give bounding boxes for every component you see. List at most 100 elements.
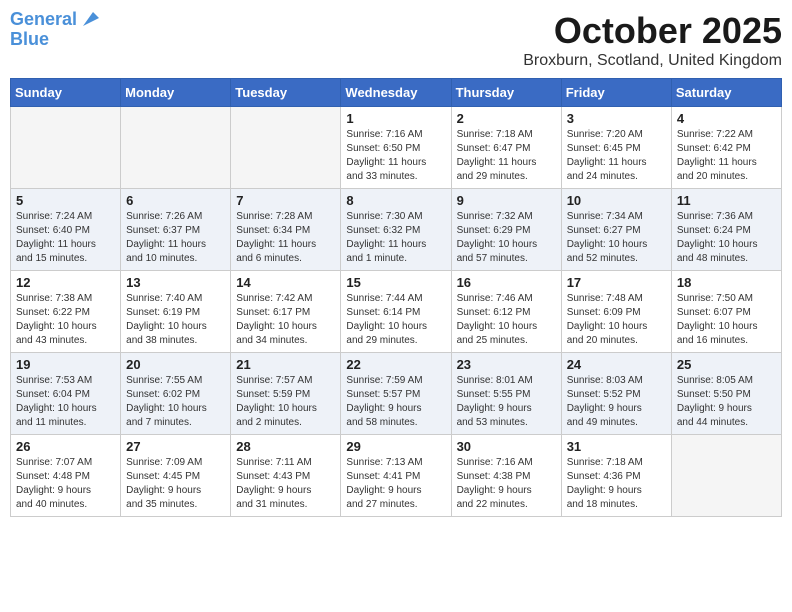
day-info: Sunrise: 7:50 AM Sunset: 6:07 PM Dayligh… [677, 292, 776, 348]
day-number: 9 [457, 193, 556, 208]
day-info: Sunrise: 7:24 AM Sunset: 6:40 PM Dayligh… [16, 210, 115, 266]
day-info: Sunrise: 7:16 AM Sunset: 4:38 PM Dayligh… [457, 456, 556, 512]
page: General Blue October 2025 Broxburn, Scot… [0, 0, 792, 612]
calendar-cell: 9 Sunrise: 7:32 AM Sunset: 6:29 PM Daylig… [451, 189, 561, 271]
day-number: 16 [457, 275, 556, 290]
day-info: Sunrise: 7:18 AM Sunset: 4:36 PM Dayligh… [567, 456, 666, 512]
calendar-cell: 31 Sunrise: 7:18 AM Sunset: 4:36 PM Dayli… [561, 435, 671, 517]
day-info: Sunrise: 7:20 AM Sunset: 6:45 PM Dayligh… [567, 128, 666, 184]
day-number: 14 [236, 275, 335, 290]
day-number: 22 [346, 357, 445, 372]
calendar-cell: 2 Sunrise: 7:18 AM Sunset: 6:47 PM Daylig… [451, 107, 561, 189]
calendar-header-row: Sunday Monday Tuesday Wednesday Thursday… [11, 79, 782, 107]
day-number: 31 [567, 439, 666, 454]
day-number: 2 [457, 111, 556, 126]
day-info: Sunrise: 7:42 AM Sunset: 6:17 PM Dayligh… [236, 292, 335, 348]
day-number: 27 [126, 439, 225, 454]
day-number: 11 [677, 193, 776, 208]
calendar-cell: 1Sunrise: 7:16 AM Sunset: 6:50 PM Daylig… [341, 107, 451, 189]
day-info: Sunrise: 8:01 AM Sunset: 5:55 PM Dayligh… [457, 374, 556, 430]
day-info: Sunrise: 7:09 AM Sunset: 4:45 PM Dayligh… [126, 456, 225, 512]
calendar-cell: 6 Sunrise: 7:26 AM Sunset: 6:37 PM Daylig… [121, 189, 231, 271]
day-number: 24 [567, 357, 666, 372]
calendar-cell: 25 Sunrise: 8:05 AM Sunset: 5:50 PM Dayli… [671, 353, 781, 435]
day-number: 28 [236, 439, 335, 454]
day-info: Sunrise: 7:53 AM Sunset: 6:04 PM Dayligh… [16, 374, 115, 430]
day-number: 10 [567, 193, 666, 208]
calendar-week-row-2: 5Sunrise: 7:24 AM Sunset: 6:40 PM Daylig… [11, 189, 782, 271]
calendar-cell: 21Sunrise: 7:57 AM Sunset: 5:59 PM Dayli… [231, 353, 341, 435]
header-sunday: Sunday [11, 79, 121, 107]
day-number: 13 [126, 275, 225, 290]
calendar-cell: 3 Sunrise: 7:20 AM Sunset: 6:45 PM Daylig… [561, 107, 671, 189]
calendar-cell: 23 Sunrise: 8:01 AM Sunset: 5:55 PM Dayli… [451, 353, 561, 435]
day-number: 30 [457, 439, 556, 454]
day-number: 26 [16, 439, 115, 454]
day-number: 25 [677, 357, 776, 372]
day-info: Sunrise: 7:32 AM Sunset: 6:29 PM Dayligh… [457, 210, 556, 266]
day-number: 17 [567, 275, 666, 290]
day-info: Sunrise: 7:59 AM Sunset: 5:57 PM Dayligh… [346, 374, 445, 430]
day-info: Sunrise: 7:46 AM Sunset: 6:12 PM Dayligh… [457, 292, 556, 348]
header-friday: Friday [561, 79, 671, 107]
calendar-cell [671, 435, 781, 517]
day-info: Sunrise: 7:26 AM Sunset: 6:37 PM Dayligh… [126, 210, 225, 266]
day-info: Sunrise: 7:38 AM Sunset: 6:22 PM Dayligh… [16, 292, 115, 348]
header-tuesday: Tuesday [231, 79, 341, 107]
calendar-week-row-4: 19 Sunrise: 7:53 AM Sunset: 6:04 PM Dayli… [11, 353, 782, 435]
calendar-cell: 11 Sunrise: 7:36 AM Sunset: 6:24 PM Dayli… [671, 189, 781, 271]
calendar-week-row-3: 12 Sunrise: 7:38 AM Sunset: 6:22 PM Dayli… [11, 271, 782, 353]
logo: General Blue [10, 10, 101, 50]
month-title: October 2025 [523, 10, 782, 52]
calendar-cell: 27 Sunrise: 7:09 AM Sunset: 4:45 PM Dayli… [121, 435, 231, 517]
calendar-week-row-5: 26 Sunrise: 7:07 AM Sunset: 4:48 PM Dayli… [11, 435, 782, 517]
day-info: Sunrise: 7:34 AM Sunset: 6:27 PM Dayligh… [567, 210, 666, 266]
header-thursday: Thursday [451, 79, 561, 107]
header: General Blue October 2025 Broxburn, Scot… [10, 10, 782, 70]
day-number: 1 [346, 111, 445, 126]
day-number: 19 [16, 357, 115, 372]
calendar-cell: 19 Sunrise: 7:53 AM Sunset: 6:04 PM Dayli… [11, 353, 121, 435]
location: Broxburn, Scotland, United Kingdom [523, 52, 782, 70]
day-info: Sunrise: 7:22 AM Sunset: 6:42 PM Dayligh… [677, 128, 776, 184]
day-number: 6 [126, 193, 225, 208]
day-number: 15 [346, 275, 445, 290]
day-info: Sunrise: 7:44 AM Sunset: 6:14 PM Dayligh… [346, 292, 445, 348]
calendar-cell [11, 107, 121, 189]
day-info: Sunrise: 7:13 AM Sunset: 4:41 PM Dayligh… [346, 456, 445, 512]
day-number: 23 [457, 357, 556, 372]
day-info: Sunrise: 7:28 AM Sunset: 6:34 PM Dayligh… [236, 210, 335, 266]
calendar-cell [231, 107, 341, 189]
day-number: 3 [567, 111, 666, 126]
calendar-cell: 13 Sunrise: 7:40 AM Sunset: 6:19 PM Dayli… [121, 271, 231, 353]
calendar-cell: 26 Sunrise: 7:07 AM Sunset: 4:48 PM Dayli… [11, 435, 121, 517]
day-number: 12 [16, 275, 115, 290]
calendar-cell: 29 Sunrise: 7:13 AM Sunset: 4:41 PM Dayli… [341, 435, 451, 517]
day-info: Sunrise: 8:05 AM Sunset: 5:50 PM Dayligh… [677, 374, 776, 430]
calendar-cell: 12 Sunrise: 7:38 AM Sunset: 6:22 PM Dayli… [11, 271, 121, 353]
header-wednesday: Wednesday [341, 79, 451, 107]
logo-blue: Blue [10, 30, 49, 50]
logo-bird-icon [79, 8, 101, 30]
header-monday: Monday [121, 79, 231, 107]
day-info: Sunrise: 7:40 AM Sunset: 6:19 PM Dayligh… [126, 292, 225, 348]
calendar-cell: 24Sunrise: 8:03 AM Sunset: 5:52 PM Dayli… [561, 353, 671, 435]
calendar-cell: 20Sunrise: 7:55 AM Sunset: 6:02 PM Dayli… [121, 353, 231, 435]
calendar-cell [121, 107, 231, 189]
day-info: Sunrise: 7:57 AM Sunset: 5:59 PM Dayligh… [236, 374, 335, 430]
calendar-cell: 17 Sunrise: 7:48 AM Sunset: 6:09 PM Dayli… [561, 271, 671, 353]
day-number: 7 [236, 193, 335, 208]
day-number: 20 [126, 357, 225, 372]
calendar-cell: 22 Sunrise: 7:59 AM Sunset: 5:57 PM Dayli… [341, 353, 451, 435]
day-info: Sunrise: 7:11 AM Sunset: 4:43 PM Dayligh… [236, 456, 335, 512]
calendar-cell: 4 Sunrise: 7:22 AM Sunset: 6:42 PM Daylig… [671, 107, 781, 189]
day-info: Sunrise: 7:18 AM Sunset: 6:47 PM Dayligh… [457, 128, 556, 184]
header-saturday: Saturday [671, 79, 781, 107]
day-info: Sunrise: 7:36 AM Sunset: 6:24 PM Dayligh… [677, 210, 776, 266]
day-number: 29 [346, 439, 445, 454]
day-number: 18 [677, 275, 776, 290]
calendar-cell: 15 Sunrise: 7:44 AM Sunset: 6:14 PM Dayli… [341, 271, 451, 353]
day-number: 4 [677, 111, 776, 126]
day-info: Sunrise: 7:48 AM Sunset: 6:09 PM Dayligh… [567, 292, 666, 348]
day-info: Sunrise: 7:07 AM Sunset: 4:48 PM Dayligh… [16, 456, 115, 512]
